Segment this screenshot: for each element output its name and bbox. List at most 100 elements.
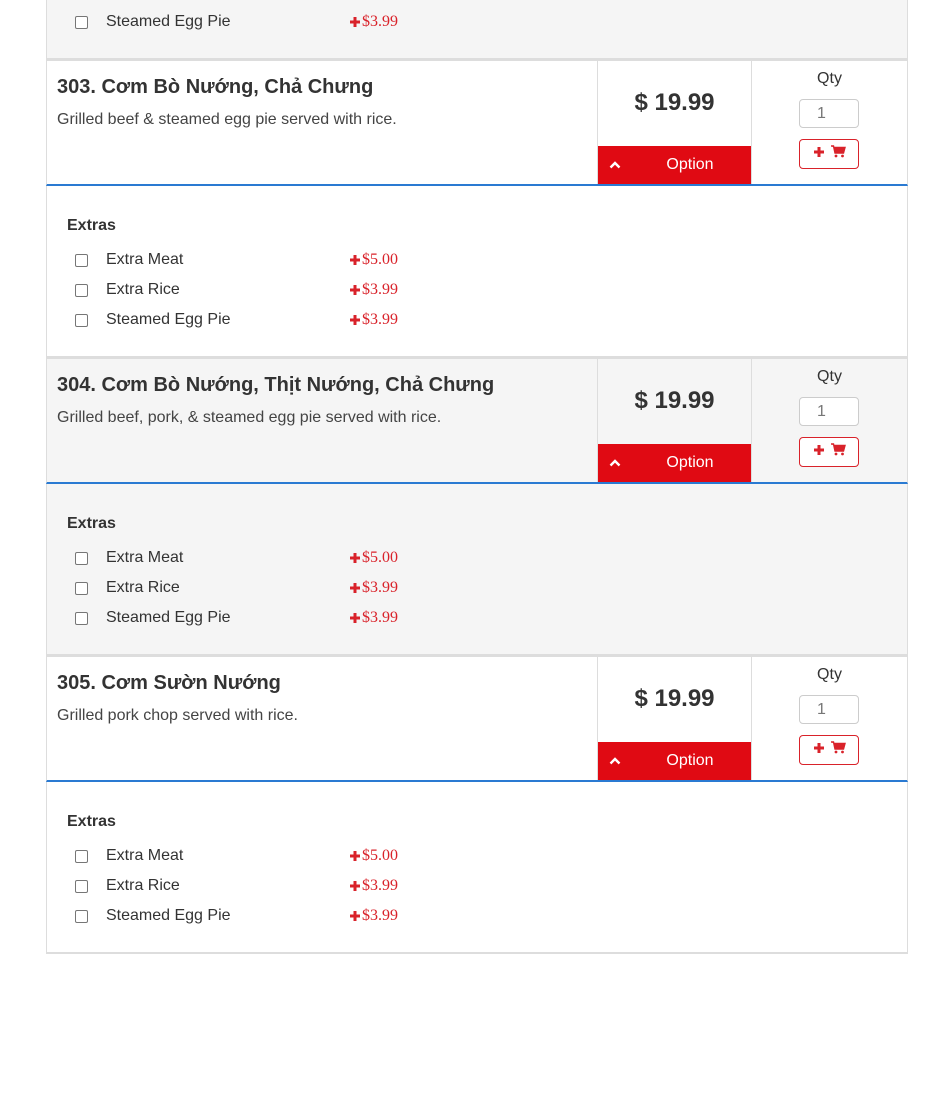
plus-icon xyxy=(350,911,360,921)
extras-panel: Extras Extra Meat $5.00 Extra Rice $3.99… xyxy=(46,484,908,656)
extra-checkbox[interactable] xyxy=(75,879,88,893)
option-label: Option xyxy=(666,454,714,471)
quantity-column: Qty xyxy=(752,359,907,482)
extra-option[interactable]: Extra Rice $3.99 xyxy=(67,0,887,7)
extra-price: $3.99 xyxy=(349,877,398,895)
extra-price-value: $3.99 xyxy=(362,877,398,894)
extra-option[interactable]: Extra Rice $3.99 xyxy=(67,871,887,901)
extra-price: $3.99 xyxy=(349,281,398,299)
menu-item-description: Grilled beef & steamed egg pie served wi… xyxy=(57,111,397,128)
extra-name: Extra Rice xyxy=(106,877,180,894)
menu-item-description: Grilled beef, pork, & steamed egg pie se… xyxy=(57,409,442,426)
extra-checkbox[interactable] xyxy=(75,15,88,29)
extra-price-value: $3.99 xyxy=(362,311,398,328)
plus-icon xyxy=(350,881,360,891)
extra-name: Steamed Egg Pie xyxy=(106,609,231,626)
menu-item-price: $ 19.99 xyxy=(634,89,715,116)
extra-checkbox[interactable] xyxy=(75,313,88,327)
option-toggle-button[interactable]: Option xyxy=(598,146,751,184)
shopping-cart-icon xyxy=(830,443,846,461)
price-column: $ 19.99 Option xyxy=(598,61,752,184)
extra-price-value: $5.00 xyxy=(362,549,398,566)
extra-option[interactable]: Steamed Egg Pie $3.99 xyxy=(67,305,887,335)
extra-price-value: $3.99 xyxy=(362,281,398,298)
menu-item: 303. Cơm Bò Nướng, Chả Chưng Grilled bee… xyxy=(46,60,908,358)
price-column: $ 19.99 Option xyxy=(598,657,752,780)
menu-item-price: $ 19.99 xyxy=(634,387,715,414)
menu-item-title: 303. Cơm Bò Nướng, Chả Chưng xyxy=(57,76,374,98)
plus-icon xyxy=(350,17,360,27)
menu-item-header: 305. Cơm Sườn Nướng Grilled pork chop se… xyxy=(46,656,908,782)
menu-item-title: 305. Cơm Sườn Nướng xyxy=(57,672,281,694)
extra-option[interactable]: Extra Rice $3.99 xyxy=(67,275,887,305)
chevron-up-icon xyxy=(599,459,631,467)
extra-option[interactable]: Extra Meat $5.00 xyxy=(67,245,887,275)
extra-checkbox[interactable] xyxy=(75,551,88,565)
menu-item-info: 305. Cơm Sườn Nướng Grilled pork chop se… xyxy=(47,657,598,780)
extra-price: $3.99 xyxy=(349,13,398,31)
extra-checkbox[interactable] xyxy=(75,611,88,625)
extra-price-value: $3.99 xyxy=(362,13,398,30)
option-label: Option xyxy=(666,752,714,769)
extra-price: $3.99 xyxy=(349,579,398,597)
option-label: Option xyxy=(666,156,714,173)
option-toggle-button[interactable]: Option xyxy=(598,742,751,780)
menu-item-title: 304. Cơm Bò Nướng, Thịt Nướng, Chả Chưng xyxy=(57,374,495,396)
plus-icon xyxy=(350,553,360,563)
extra-name: Steamed Egg Pie xyxy=(106,311,231,328)
extra-option[interactable]: Steamed Egg Pie $3.99 xyxy=(67,901,887,931)
extras-list: Extra Meat $5.00 Extra Rice $3.99 Steame… xyxy=(67,0,887,37)
extras-heading: Extras xyxy=(67,515,116,532)
extra-option[interactable]: Steamed Egg Pie $3.99 xyxy=(67,603,887,633)
extra-price: $3.99 xyxy=(349,311,398,329)
extra-price: $3.99 xyxy=(349,0,398,1)
add-to-cart-button[interactable] xyxy=(799,139,859,169)
menu-item-info: 304. Cơm Bò Nướng, Thịt Nướng, Chả Chưng… xyxy=(47,359,598,482)
quantity-input[interactable] xyxy=(799,695,859,724)
menu-list: Option Extras Extra Meat xyxy=(46,0,908,954)
menu-item: 305. Cơm Sườn Nướng Grilled pork chop se… xyxy=(46,656,908,954)
extras-heading: Extras xyxy=(67,813,116,830)
plus-icon xyxy=(813,443,825,461)
extras-list: Extra Meat $5.00 Extra Rice $3.99 Steame… xyxy=(67,245,887,335)
extras-panel: Extras Extra Meat $5.00 Extra Rice $3.99… xyxy=(46,186,908,358)
extra-price-value: $5.00 xyxy=(362,847,398,864)
plus-icon xyxy=(350,285,360,295)
menu-item-info: 303. Cơm Bò Nướng, Chả Chưng Grilled bee… xyxy=(47,61,598,184)
option-toggle-button[interactable]: Option xyxy=(598,444,751,482)
extra-name: Steamed Egg Pie xyxy=(106,13,231,30)
extra-name: Extra Rice xyxy=(106,579,180,596)
extra-name: Extra Rice xyxy=(106,281,180,298)
extra-checkbox[interactable] xyxy=(75,253,88,267)
extra-option[interactable]: Steamed Egg Pie $3.99 xyxy=(67,7,887,37)
price-column: $ 19.99 Option xyxy=(598,359,752,482)
extra-name: Extra Rice xyxy=(106,0,180,1)
quantity-input[interactable] xyxy=(799,99,859,128)
extra-price-value: $5.00 xyxy=(362,251,398,268)
extras-list: Extra Meat $5.00 Extra Rice $3.99 Steame… xyxy=(67,841,887,931)
extra-checkbox[interactable] xyxy=(75,581,88,595)
quantity-input[interactable] xyxy=(799,397,859,426)
extra-price-value: $3.99 xyxy=(362,907,398,924)
extra-name: Extra Meat xyxy=(106,847,184,864)
extra-checkbox[interactable] xyxy=(75,849,88,863)
extra-option[interactable]: Extra Meat $5.00 xyxy=(67,543,887,573)
plus-icon xyxy=(350,583,360,593)
extra-name: Steamed Egg Pie xyxy=(106,907,231,924)
extra-price: $5.00 xyxy=(349,549,398,567)
qty-label: Qty xyxy=(817,368,842,385)
extras-list: Extra Meat $5.00 Extra Rice $3.99 Steame… xyxy=(67,543,887,633)
extra-option[interactable]: Extra Meat $5.00 xyxy=(67,841,887,871)
menu-item-header: 304. Cơm Bò Nướng, Thịt Nướng, Chả Chưng… xyxy=(46,358,908,484)
extra-price: $3.99 xyxy=(349,907,398,925)
add-to-cart-button[interactable] xyxy=(799,735,859,765)
plus-icon xyxy=(350,851,360,861)
quantity-column: Qty xyxy=(752,657,907,780)
plus-icon xyxy=(813,145,825,163)
extra-option[interactable]: Extra Rice $3.99 xyxy=(67,573,887,603)
extra-checkbox[interactable] xyxy=(75,283,88,297)
add-to-cart-button[interactable] xyxy=(799,437,859,467)
extra-price-value: $3.99 xyxy=(362,609,398,626)
extra-price: $5.00 xyxy=(349,847,398,865)
extra-checkbox[interactable] xyxy=(75,909,88,923)
